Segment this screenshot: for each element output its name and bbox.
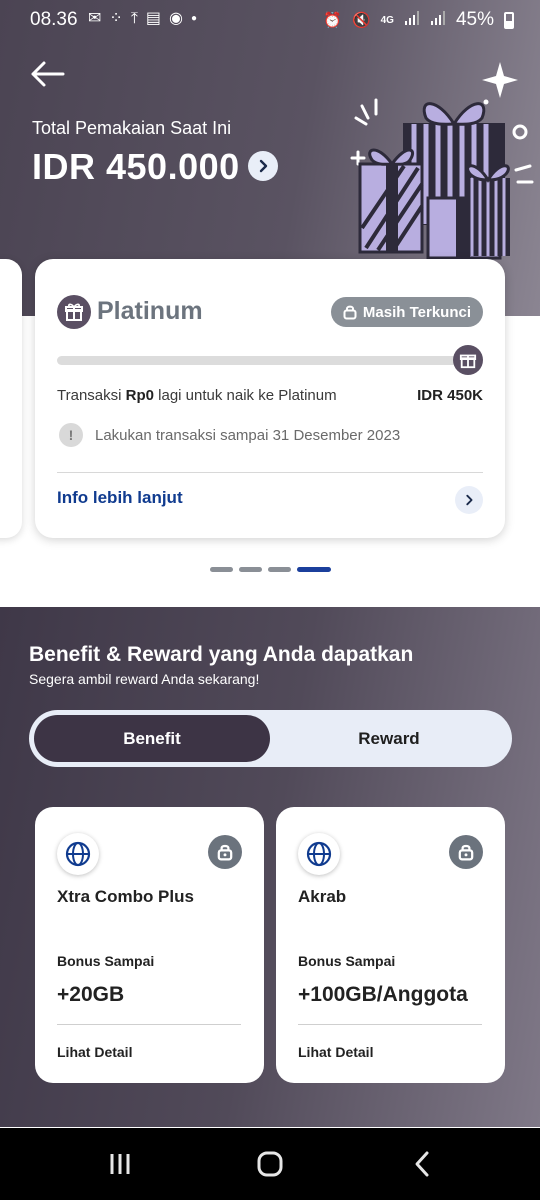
more-info-button[interactable]	[455, 486, 483, 514]
benefit-name: Akrab	[298, 887, 347, 906]
tx-suffix: lagi untuk naik ke Platinum	[153, 387, 337, 404]
lock-icon	[449, 835, 483, 869]
signal-icon-1	[404, 10, 420, 30]
tab-benefit[interactable]: Benefit	[34, 715, 270, 762]
globe-icon	[298, 833, 340, 875]
progress-gift-icon	[453, 345, 483, 375]
card-pager	[210, 567, 331, 572]
divider	[298, 1024, 482, 1025]
transaction-requirement: Transaksi Rp0 lagi untuk naik ke Platinu…	[57, 387, 337, 404]
see-detail-link[interactable]: Lihat Detail	[298, 1044, 373, 1060]
benefit-card[interactable]: Xtra Combo Plus Bonus Sampai +20GB Lihat…	[35, 807, 264, 1083]
lock-icon	[343, 305, 357, 320]
mail-icon: ✉	[88, 10, 102, 27]
tier-target-amount: IDR 450K	[417, 387, 483, 404]
tier-name: Platinum	[97, 297, 203, 325]
tab-reward[interactable]: Reward	[271, 715, 507, 762]
recent-apps-button[interactable]	[100, 1146, 140, 1182]
chevron-right-icon	[259, 159, 268, 173]
benefit-card[interactable]: Akrab Bonus Sampai +100GB/Anggota Lihat …	[276, 807, 505, 1083]
battery-icon	[504, 11, 514, 29]
system-navigation-bar	[0, 1128, 540, 1200]
gift-icon	[57, 295, 91, 329]
home-icon	[257, 1151, 283, 1177]
recent-apps-icon	[110, 1154, 130, 1174]
locked-status-label: Masih Terkunci	[362, 303, 471, 321]
notification-icons: ✉ ⁘ ⤒ ▤ ◉ ●	[88, 10, 197, 28]
benefit-section: Benefit & Reward yang Anda dapatkan Sege…	[0, 607, 540, 1127]
deadline-text: Lakukan transaksi sampai 31 Desember 202…	[95, 426, 401, 444]
usage-subtitle: Total Pemakaian Saat Ini	[32, 118, 232, 138]
previous-tier-card-peek[interactable]	[0, 259, 22, 538]
globe-icon	[57, 833, 99, 875]
divider	[57, 1024, 241, 1025]
tier-progress-bar	[57, 356, 462, 365]
signal-icon-2	[430, 10, 446, 30]
bonus-label: Bonus Sampai	[57, 953, 155, 969]
alarm-icon: ⏰	[323, 12, 342, 29]
status-time: 08.36	[30, 9, 78, 30]
gift-boxes-illustration	[350, 62, 534, 260]
see-detail-link[interactable]: Lihat Detail	[57, 1044, 132, 1060]
bonus-label: Bonus Sampai	[298, 953, 396, 969]
more-info-link[interactable]: Info lebih lanjut	[57, 488, 183, 508]
pager-dot[interactable]	[210, 567, 233, 572]
grid-app-icon: ⁘	[109, 10, 123, 27]
battery-percent: 45%	[455, 9, 494, 30]
sync-icon: ◉	[169, 10, 183, 27]
back-arrow-icon	[31, 61, 65, 87]
amount-detail-button[interactable]	[248, 151, 278, 181]
system-icons: ⏰ 🔇 4G 45%	[323, 9, 514, 31]
lock-icon	[208, 835, 242, 869]
divider	[57, 472, 483, 473]
pager-dot[interactable]	[239, 567, 262, 572]
chevron-left-icon	[415, 1151, 429, 1177]
benefit-title: Benefit & Reward yang Anda dapatkan	[29, 643, 414, 666]
chevron-right-icon	[466, 494, 473, 506]
network-type: 4G	[380, 14, 394, 26]
mute-icon: 🔇	[351, 12, 371, 29]
exclamation-icon: !	[59, 423, 83, 447]
news-icon: ▤	[145, 10, 162, 27]
benefit-reward-tabs: Benefit Reward	[29, 710, 512, 767]
back-button[interactable]	[30, 58, 66, 90]
bonus-value: +20GB	[57, 983, 125, 1006]
benefit-name: Xtra Combo Plus	[57, 887, 194, 906]
benefit-subtitle: Segera ambil reward Anda sekarang!	[29, 671, 260, 687]
upload-icon: ⤒	[130, 10, 138, 27]
pager-dot[interactable]	[268, 567, 291, 572]
pager-dot-active[interactable]	[297, 567, 331, 572]
status-bar: 08.36 ✉ ⁘ ⤒ ▤ ◉ ● ⏰ 🔇 4G 45%	[0, 0, 540, 40]
tx-prefix: Transaksi	[57, 387, 126, 404]
back-nav-button[interactable]	[402, 1146, 442, 1182]
deadline-info: ! Lakukan transaksi sampai 31 Desember 2…	[59, 423, 400, 447]
usage-amount: IDR 450.000	[32, 146, 240, 187]
more-dot-icon: ●	[190, 13, 198, 24]
tx-amount: Rp0	[125, 387, 154, 404]
home-button[interactable]	[250, 1146, 290, 1182]
locked-status-badge: Masih Terkunci	[330, 297, 483, 327]
tier-card: Platinum Masih Terkunci Transaksi Rp0 la…	[35, 259, 505, 538]
bonus-value: +100GB/Anggota	[298, 983, 468, 1006]
